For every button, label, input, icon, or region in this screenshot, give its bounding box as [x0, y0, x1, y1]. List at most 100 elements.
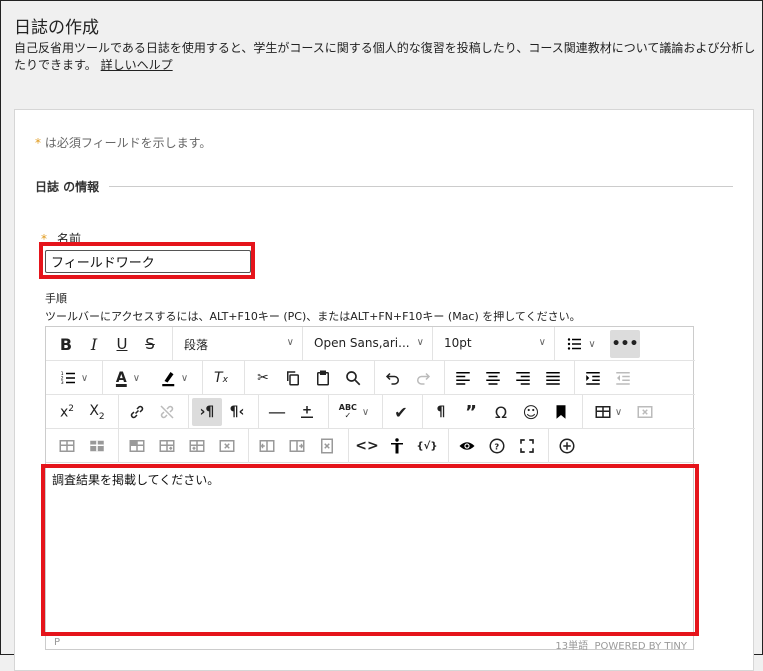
- instructions-label: 手順: [45, 292, 67, 305]
- bold-button[interactable]: B: [52, 330, 80, 358]
- table-col-before-icon: [129, 440, 145, 452]
- copy-button[interactable]: [278, 364, 308, 392]
- source-code-button[interactable]: <>: [352, 432, 382, 460]
- editor-content-area[interactable]: 調査結果を掲載してください。: [46, 465, 693, 635]
- omega-icon: Ω: [494, 402, 508, 422]
- highlighter-icon: [162, 372, 175, 387]
- clear-formatting-button[interactable]: Tx: [206, 364, 236, 392]
- horizontal-rule-button[interactable]: —: [262, 398, 292, 426]
- close-box-icon: [637, 406, 653, 418]
- eye-icon: [459, 442, 475, 450]
- show-blocks-button[interactable]: ¶: [426, 398, 456, 426]
- link-icon: [130, 405, 144, 419]
- table-row-before-icon: [59, 440, 75, 452]
- plus-circle-icon: [559, 438, 575, 454]
- redo-icon: [417, 372, 431, 385]
- rich-text-editor: B I U S 段落 ∨ Open Sans,ari... ∨ 10pt ∨ ∨ ••…: [45, 326, 695, 652]
- cut-button[interactable]: ✂: [248, 364, 278, 392]
- rtl-button[interactable]: ¶‹: [222, 398, 252, 426]
- help-button[interactable]: ?: [482, 432, 512, 460]
- checkmark-icon: ✔: [394, 402, 408, 422]
- emoticons-button[interactable]: ☺: [516, 398, 546, 426]
- fullscreen-button[interactable]: [512, 432, 542, 460]
- highlight-color-button[interactable]: ∨: [152, 364, 196, 392]
- table-insert-row-button[interactable]: [182, 432, 212, 460]
- indent-icon: [586, 372, 600, 385]
- name-label-text: 名前: [57, 232, 82, 246]
- align-center-button[interactable]: [478, 364, 508, 392]
- accessibility-checker-button[interactable]: ✔: [386, 398, 416, 426]
- unlink-button[interactable]: [152, 398, 182, 426]
- font-size-dropdown[interactable]: 10pt ∨: [436, 330, 552, 358]
- preview-button[interactable]: [452, 432, 482, 460]
- spellcheck-button[interactable]: ABC ✓ ∨: [332, 398, 376, 426]
- toolbar-row-3: x2 X2 ›¶ ¶‹ — ABC ✓ ∨ ✔ ¶ ” Ω ☺ ∨: [46, 395, 695, 429]
- bullet-list-button[interactable]: ∨: [558, 330, 604, 358]
- justify-button[interactable]: [538, 364, 568, 392]
- insert-link-button[interactable]: [122, 398, 152, 426]
- special-character-button[interactable]: Ω: [486, 398, 516, 426]
- nonbreaking-space-button[interactable]: [292, 398, 322, 426]
- undo-button[interactable]: [378, 364, 408, 392]
- scissors-icon: ✂: [257, 370, 269, 386]
- name-input[interactable]: [45, 250, 251, 273]
- subscript-button[interactable]: X2: [82, 398, 112, 426]
- table-delete-icon: [219, 440, 235, 452]
- paragraph-icon: ¶: [436, 404, 446, 420]
- font-family-dropdown[interactable]: Open Sans,ari... ∨: [306, 330, 430, 358]
- strikethrough-button[interactable]: S: [136, 330, 164, 358]
- block-format-dropdown[interactable]: 段落 ∨: [176, 330, 300, 358]
- toolbar-row-4: <> {√} ?: [46, 429, 695, 463]
- table-col-after-icon: [159, 440, 175, 452]
- help-circle-icon: ?: [489, 438, 505, 454]
- ltr-button[interactable]: ›¶: [192, 398, 222, 426]
- align-left-button[interactable]: [448, 364, 478, 392]
- find-button[interactable]: [338, 364, 368, 392]
- chevron-down-icon: ∨: [286, 337, 294, 348]
- copy-icon: [287, 371, 299, 386]
- toolbar-row-1: B I U S 段落 ∨ Open Sans,ari... ∨ 10pt ∨ ∨ ••…: [46, 327, 695, 361]
- bookmark-icon: [556, 405, 566, 419]
- powered-by-link[interactable]: POWERED BY TINY: [595, 641, 688, 652]
- align-right-button[interactable]: [508, 364, 538, 392]
- table-col-before-button[interactable]: [122, 432, 152, 460]
- element-path[interactable]: P: [54, 637, 60, 648]
- unlink-icon: [160, 405, 174, 419]
- blockquote-button[interactable]: ”: [456, 398, 486, 426]
- accessibility-button[interactable]: [382, 432, 412, 460]
- subscript-icon: X2: [89, 402, 105, 422]
- delete-table-button[interactable]: [630, 398, 660, 426]
- code-icon: <>: [355, 438, 379, 454]
- help-link[interactable]: 詳しいヘルプ: [101, 58, 173, 72]
- smiley-icon: ☺: [522, 402, 540, 422]
- outdent-button[interactable]: [608, 364, 638, 392]
- indent-button[interactable]: [578, 364, 608, 392]
- table-insert-col-after-button[interactable]: [282, 432, 312, 460]
- paste-button[interactable]: [308, 364, 338, 392]
- table-row-before-button[interactable]: [52, 432, 82, 460]
- italic-button[interactable]: I: [80, 330, 108, 358]
- table-delete-row-button[interactable]: [212, 432, 242, 460]
- font-size-value: 10pt: [444, 336, 472, 350]
- table-button[interactable]: ∨: [586, 398, 630, 426]
- status-right: 13単語 POWERED BY TINY: [555, 637, 687, 652]
- section-header: 日誌 の情報: [35, 178, 733, 195]
- more-options-button[interactable]: •••: [610, 330, 640, 358]
- superscript-icon: x2: [59, 403, 75, 421]
- table-delete-col-button[interactable]: [312, 432, 342, 460]
- plus-underline-icon: [301, 406, 313, 418]
- table-row-after-button[interactable]: [82, 432, 112, 460]
- anchor-button[interactable]: [546, 398, 576, 426]
- superscript-button[interactable]: x2: [52, 398, 82, 426]
- numbered-list-button[interactable]: 1 2 3 ∨: [52, 364, 96, 392]
- add-content-button[interactable]: [552, 432, 582, 460]
- redo-button[interactable]: [408, 364, 438, 392]
- math-equation-button[interactable]: {√}: [412, 432, 442, 460]
- fullscreen-icon: [520, 439, 534, 453]
- underline-button[interactable]: U: [108, 330, 136, 358]
- numbered-list-icon: 123: [61, 371, 75, 386]
- table-insert-col-before-button[interactable]: [252, 432, 282, 460]
- font-family-value: Open Sans,ari...: [314, 336, 410, 350]
- table-col-after-button[interactable]: [152, 432, 182, 460]
- text-color-button[interactable]: A ∨: [106, 364, 150, 392]
